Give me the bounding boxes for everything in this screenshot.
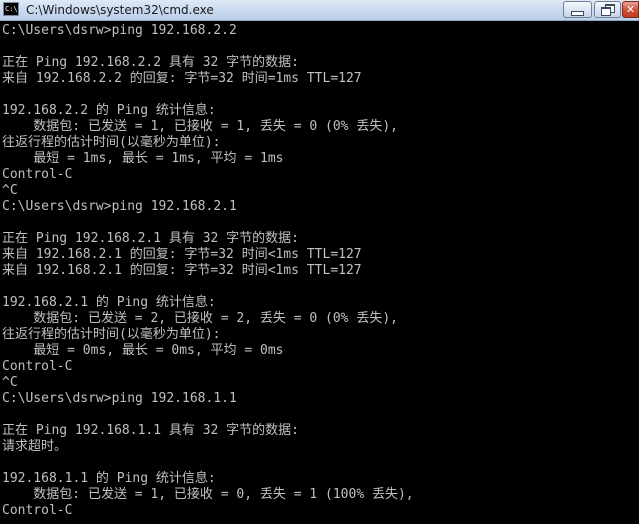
console-line: C:\Users\dsrw>ping 192.168.2.1 (2, 199, 237, 214)
console-line: Control-C (2, 359, 73, 374)
console-line: 数据包: 已发送 = 1, 已接收 = 1, 丢失 = 0 (0% 丢失), (2, 119, 398, 134)
close-icon: ✕ (625, 3, 636, 16)
console-output[interactable]: C:\Users\dsrw>ping 192.168.2.2 正在 Ping 19… (0, 22, 639, 524)
close-button[interactable]: ✕ (622, 1, 639, 18)
maximize-button[interactable] (594, 1, 621, 18)
console-line: 请求超时。 (2, 439, 68, 454)
console-line: 最短 = 0ms, 最长 = 0ms, 平均 = 0ms (2, 343, 284, 358)
console-line: 正在 Ping 192.168.2.2 具有 32 字节的数据: (2, 55, 300, 70)
minimize-button[interactable] (563, 1, 592, 18)
restore-icon (600, 4, 615, 16)
console-line: C:\Users\dsrw>ping 192.168.1.1 (2, 391, 237, 406)
console-line: 192.168.2.2 的 Ping 统计信息: (2, 103, 216, 118)
console-line: C:\Users\dsrw>ping 192.168.2.2 (2, 23, 237, 38)
console-line: ^C (2, 375, 18, 390)
console-line: 数据包: 已发送 = 1, 已接收 = 0, 丢失 = 1 (100% 丢失), (2, 487, 414, 502)
console-line: 正在 Ping 192.168.1.1 具有 32 字节的数据: (2, 423, 300, 438)
console-line: 最短 = 1ms, 最长 = 1ms, 平均 = 1ms (2, 151, 284, 166)
console-line: 数据包: 已发送 = 2, 已接收 = 2, 丢失 = 0 (0% 丢失), (2, 311, 398, 326)
cmd-app-icon[interactable]: C:\ (3, 2, 19, 16)
title-bar[interactable]: C:\ C:\Windows\system32\cmd.exe ✕ (0, 0, 639, 21)
console-line: ^C (2, 183, 18, 198)
console-line: 正在 Ping 192.168.2.1 具有 32 字节的数据: (2, 231, 300, 246)
console-line: Control-C (2, 503, 73, 518)
cmd-window: C:\ C:\Windows\system32\cmd.exe ✕ C:\Use… (0, 0, 639, 524)
window-title: C:\Windows\system32\cmd.exe (26, 3, 214, 17)
console-line: 来自 192.168.2.1 的回复: 字节=32 时间<1ms TTL=127 (2, 263, 362, 278)
console-line: 往返行程的估计时间(以毫秒为单位): (2, 327, 221, 342)
console-line: 往返行程的估计时间(以毫秒为单位): (2, 135, 221, 150)
console-line: 来自 192.168.2.2 的回复: 字节=32 时间=1ms TTL=127 (2, 71, 362, 86)
minimize-icon (571, 10, 584, 16)
console-line: Control-C (2, 167, 73, 182)
console-line: 192.168.2.1 的 Ping 统计信息: (2, 295, 216, 310)
console-line: 192.168.1.1 的 Ping 统计信息: (2, 471, 216, 486)
console-line: 来自 192.168.2.1 的回复: 字节=32 时间<1ms TTL=127 (2, 247, 362, 262)
